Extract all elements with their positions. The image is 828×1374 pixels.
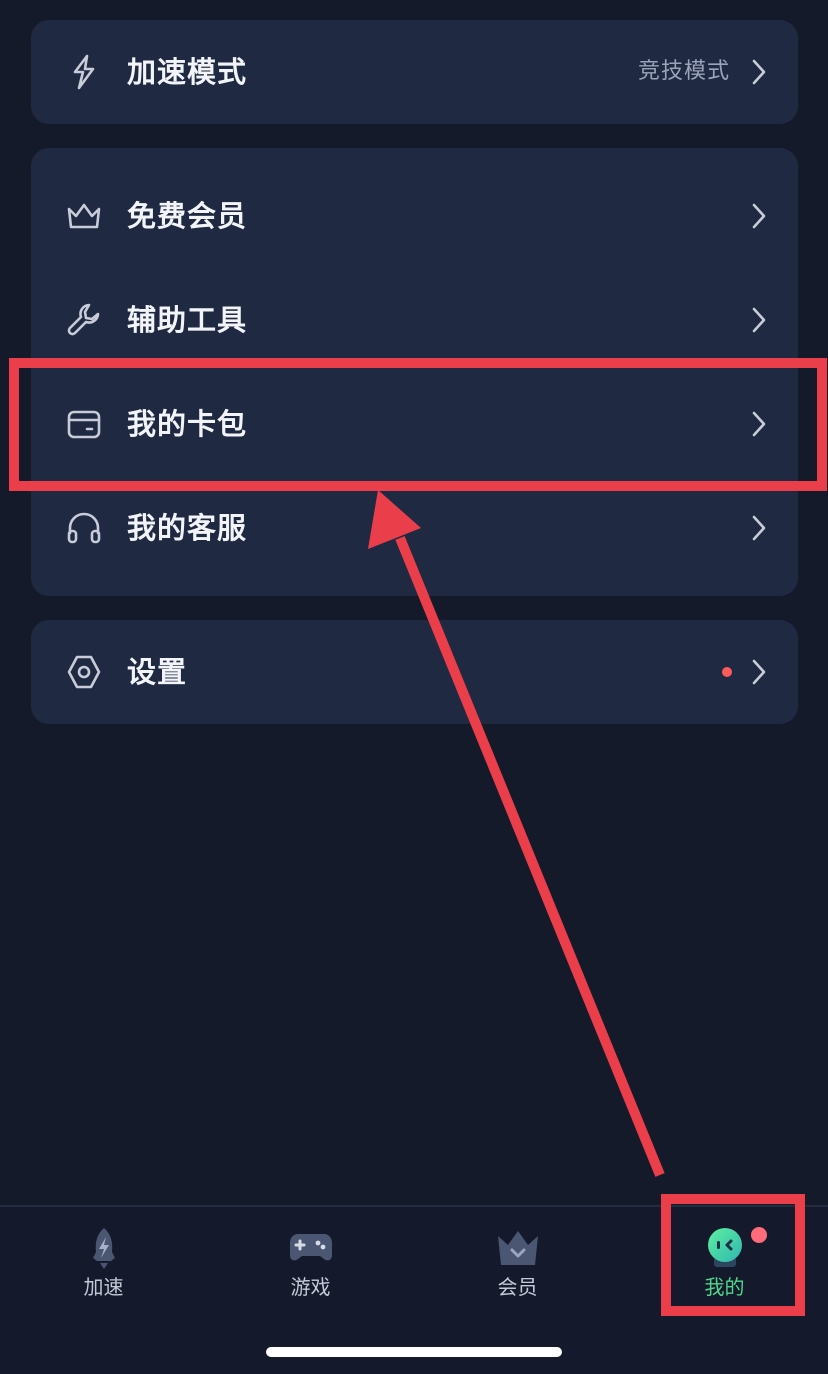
speed-mode-card: 加速模式 竞技模式 [31, 20, 798, 124]
avatar-icon [702, 1225, 748, 1271]
wrench-icon [65, 301, 103, 339]
notification-dot [751, 1227, 767, 1243]
settings-card: 设置 [31, 620, 798, 724]
speed-mode-value: 竞技模式 [637, 59, 730, 84]
chevron-right-icon [750, 306, 768, 334]
notification-dot [722, 667, 732, 677]
speed-mode-row[interactable]: 加速模式 竞技模式 [31, 20, 798, 124]
tab-games[interactable]: 游戏 [207, 1207, 414, 1327]
speed-mode-label: 加速模式 [127, 55, 248, 89]
crown-icon [495, 1225, 541, 1271]
settings-label: 设置 [127, 655, 188, 689]
assist-tools-label: 辅助工具 [127, 303, 248, 337]
headphones-icon [65, 509, 103, 547]
chevron-right-icon [750, 410, 768, 438]
chevron-right-icon [750, 58, 768, 86]
crown-icon [65, 197, 103, 235]
customer-service-label: 我的客服 [127, 511, 248, 545]
card-wallet-row[interactable]: 我的卡包 [31, 372, 798, 476]
settings-row[interactable]: 设置 [31, 620, 798, 724]
chevron-right-icon [750, 202, 768, 230]
home-indicator [266, 1347, 562, 1357]
tab-games-label: 游戏 [290, 1275, 331, 1299]
chevron-right-icon [750, 514, 768, 542]
tab-accelerate[interactable]: 加速 [0, 1207, 207, 1327]
tab-membership[interactable]: 会员 [414, 1207, 621, 1327]
card-wallet-label: 我的卡包 [127, 407, 248, 441]
gear-icon [65, 653, 103, 691]
rocket-icon [81, 1225, 127, 1271]
wallet-icon [65, 405, 103, 443]
lightning-icon [65, 53, 103, 91]
tab-membership-label: 会员 [497, 1275, 538, 1299]
gamepad-icon [288, 1225, 334, 1271]
assist-tools-row[interactable]: 辅助工具 [31, 268, 798, 372]
tab-accelerate-label: 加速 [83, 1275, 124, 1299]
customer-service-row[interactable]: 我的客服 [31, 476, 798, 580]
free-membership-label: 免费会员 [127, 199, 248, 233]
free-membership-row[interactable]: 免费会员 [31, 164, 798, 268]
chevron-right-icon [750, 658, 768, 686]
main-menu-card: 免费会员 辅助工具 我的卡包 我的客服 [31, 148, 798, 596]
tab-mine-label: 我的 [704, 1275, 745, 1299]
tab-mine[interactable]: 我的 [621, 1207, 828, 1327]
